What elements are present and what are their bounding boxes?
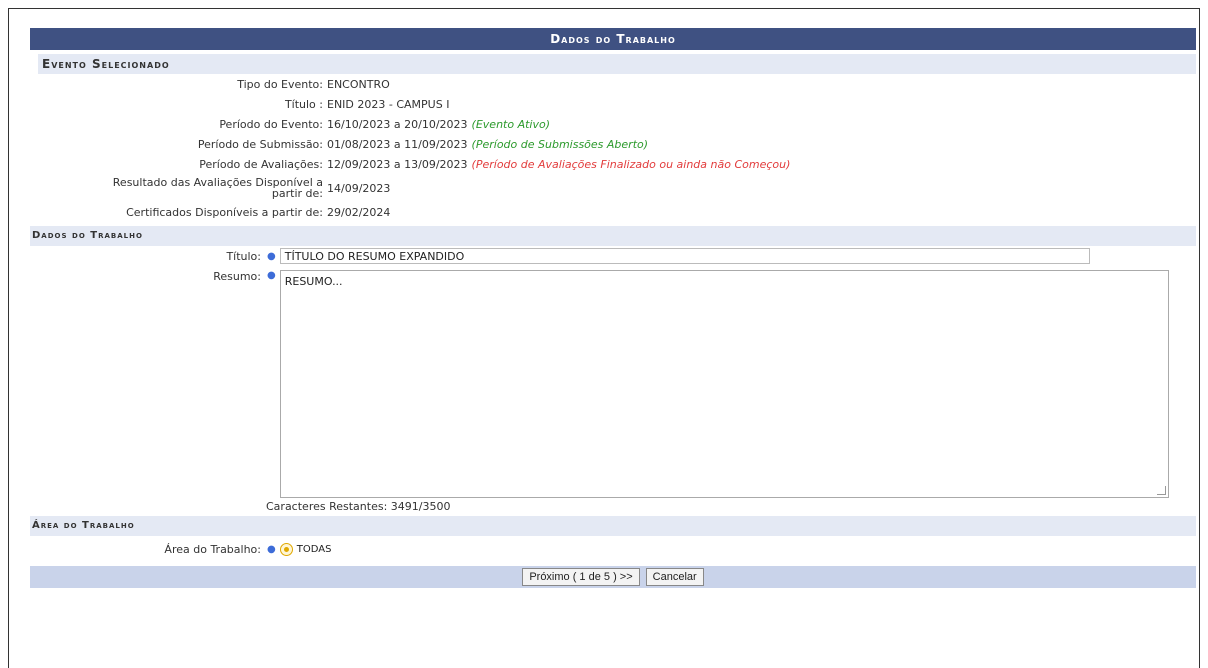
info-row-certificados: Certificados Disponíveis a partir de: 29… — [30, 202, 1196, 222]
resumo-label: Resumo: — [213, 270, 261, 283]
info-row-tipo: Tipo do Evento: ENCONTRO — [30, 74, 1196, 94]
required-icon: ● — [267, 270, 276, 281]
area-label: Área do Trabalho: — [164, 542, 261, 556]
resumo-text: RESUMO... — [284, 275, 343, 288]
info-row-periodo-submissao: Período de Submissão: 01/08/2023 a 11/09… — [30, 134, 1196, 154]
certificados-value: 29/02/2024 — [327, 205, 391, 219]
periodo-submissao-label: Período de Submissão: — [197, 137, 323, 151]
tipo-value: ENCONTRO — [327, 77, 390, 91]
resumo-textarea[interactable]: RESUMO... — [279, 270, 1169, 498]
info-row-periodo-avaliacoes: Período de Avaliações: 12/09/2023 a 13/0… — [30, 154, 1196, 174]
area-row: Área do Trabalho: ● TODAS — [30, 536, 1196, 562]
area-section-title: Área do Trabalho — [30, 516, 1196, 536]
titulo-evento-value: ENID 2023 - CAMPUS I — [327, 97, 450, 111]
footer-actions: Próximo ( 1 de 5 ) >> Cancelar — [30, 566, 1196, 588]
info-row-resultado: Resultado das Avaliações Disponível a pa… — [30, 174, 1196, 202]
resumo-row: Resumo: ● RESUMO... — [30, 270, 1196, 498]
resultado-value: 14/09/2023 — [327, 181, 391, 195]
titulo-row: Título: ● TÍTULO DO RESUMO EXPANDIDO — [30, 246, 1196, 266]
evento-ativo-status: (Evento Ativo) — [471, 117, 551, 131]
periodo-avaliacoes-label: Período de Avaliações: — [199, 157, 323, 171]
submissao-status: (Período de Submissões Aberto) — [471, 137, 649, 151]
periodo-avaliacoes-value: 12/09/2023 a 13/09/2023 — [327, 157, 468, 171]
page-title: Dados do Trabalho — [30, 28, 1196, 50]
resultado-label-line2: partir de: — [271, 187, 323, 200]
resultado-label: Resultado das Avaliações Disponível a pa… — [30, 177, 325, 199]
chars-remaining: Caracteres Restantes: 3491/3500 — [266, 500, 451, 513]
area-option-label: TODAS — [296, 543, 332, 555]
info-row-titulo: Título : ENID 2023 - CAMPUS I — [30, 94, 1196, 114]
dados-trabalho-form: Dados do Trabalho Evento Selecionado Tip… — [30, 28, 1196, 588]
periodo-submissao-value: 01/08/2023 a 11/09/2023 — [327, 137, 468, 151]
cancel-button[interactable]: Cancelar — [645, 568, 704, 586]
radio-selected-dot — [283, 546, 289, 552]
certificados-label: Certificados Disponíveis a partir de: — [126, 205, 323, 219]
periodo-evento-label: Período do Evento: — [219, 117, 323, 131]
required-icon: ● — [267, 543, 276, 555]
area-radio[interactable] — [279, 542, 293, 556]
evento-section-title: Evento Selecionado — [38, 54, 1196, 74]
avaliacoes-status: (Período de Avaliações Finalizado ou ain… — [471, 157, 791, 171]
titulo-evento-label: Título : — [284, 97, 323, 111]
trabalho-section-title: Dados do Trabalho — [30, 226, 1196, 246]
periodo-evento-value: 16/10/2023 a 20/10/2023 — [327, 117, 468, 131]
resize-handle-icon[interactable] — [1156, 486, 1166, 495]
next-button[interactable]: Próximo ( 1 de 5 ) >> — [522, 568, 640, 586]
titulo-label: Título: — [226, 249, 261, 263]
info-row-periodo-evento: Período do Evento: 16/10/2023 a 20/10/20… — [30, 114, 1196, 134]
tipo-label: Tipo do Evento: — [237, 77, 323, 91]
titulo-input[interactable]: TÍTULO DO RESUMO EXPANDIDO — [279, 248, 1090, 264]
required-icon: ● — [267, 250, 276, 262]
